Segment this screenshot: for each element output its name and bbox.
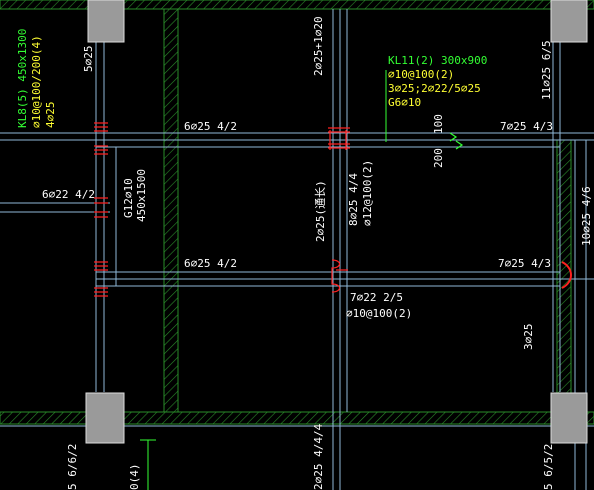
label-top-mid: 2⌀25+1⌀20 xyxy=(312,16,325,76)
label-mid-8-25: 8⌀25 4/4 xyxy=(347,173,360,226)
label-bottom-left-0: 0(4) xyxy=(128,464,141,490)
label-beam-top-right: 7⌀25 4/3 xyxy=(500,120,553,133)
label-left-beam: 6⌀22 4/2 xyxy=(42,188,95,201)
label-beam-bot-right: 7⌀25 4/3 xyxy=(498,257,551,270)
cad-drawing: 5⌀25 KL8(5) 450x1300 ⌀10@100/200(4) 4⌀25… xyxy=(0,0,594,490)
label-bottom-mid: 2⌀25 4/4/4 xyxy=(312,423,325,490)
label-kl11-title: KL11(2) 300x900 xyxy=(388,54,487,67)
column-bottom-right xyxy=(550,392,588,444)
label-dim-100: 100 xyxy=(432,114,445,134)
label-kl8-title: KL8(5) 450x1300 xyxy=(16,29,29,128)
label-bottom-left-5: 5 6/6/2 xyxy=(66,444,79,490)
column-top-right xyxy=(550,0,588,43)
label-g12: G12⌀10 xyxy=(122,178,135,218)
label-below-7-22: 7⌀22 2/5 xyxy=(350,291,403,304)
vertical-wall-left xyxy=(163,8,179,413)
label-mid-stirrup: ⌀12@100(2) xyxy=(361,160,374,226)
label-kl11-stirrup: ⌀10@100(2) xyxy=(388,68,454,81)
label-right-10: 10⌀25 4/6 xyxy=(580,186,593,246)
label-g12-size: 450x1500 xyxy=(135,169,148,222)
label-kl8-stirrup: ⌀10@100/200(4) xyxy=(30,35,43,128)
label-right-3-25: 3⌀25 xyxy=(522,324,535,351)
label-below-stirrup: ⌀10@100(2) xyxy=(346,307,412,320)
label-kl11-side: G6⌀10 xyxy=(388,96,421,109)
label-dim-200: 200 xyxy=(432,148,445,168)
label-mid-2-25: 2⌀25(通长) xyxy=(314,180,327,242)
label-kl11-rebar: 3⌀25;2⌀22/5⌀25 xyxy=(388,82,481,95)
horizontal-beam-lines xyxy=(0,132,594,427)
column-bottom-left xyxy=(85,392,125,444)
label-top-left-rebar: 5⌀25 xyxy=(82,46,95,73)
label-beam-bot-left: 6⌀25 4/2 xyxy=(184,257,237,270)
vertical-wall-right xyxy=(556,139,572,413)
label-kl8-top: 4⌀25 xyxy=(44,102,57,129)
label-top-right: 11⌀25 6/5 xyxy=(540,40,553,100)
label-bottom-right: 5 6/5/2 xyxy=(542,444,555,490)
column-top-left xyxy=(87,0,125,43)
label-beam-top-left: 6⌀25 4/2 xyxy=(184,120,237,133)
